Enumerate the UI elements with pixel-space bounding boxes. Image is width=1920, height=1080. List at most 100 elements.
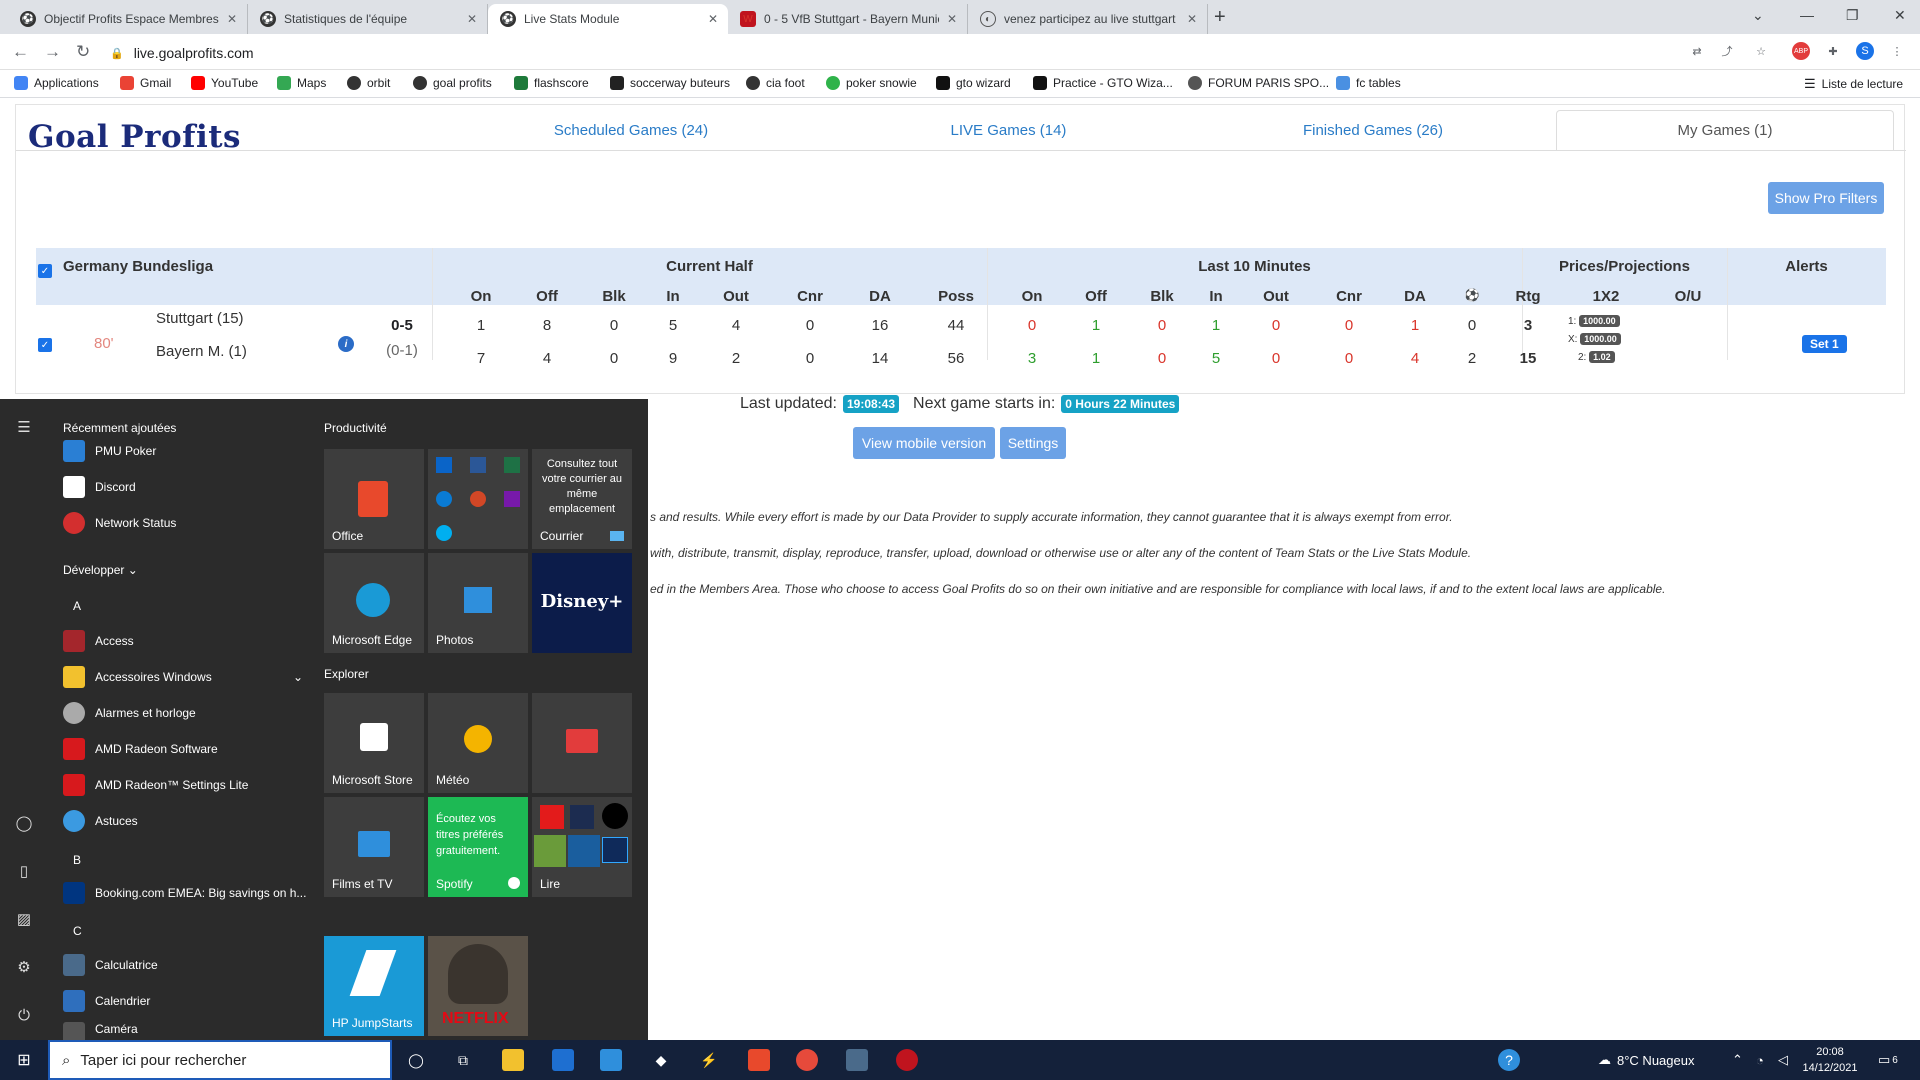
- app-booking[interactable]: Booking.com EMEA: Big savings on h...: [63, 878, 306, 908]
- app-alarmes[interactable]: Alarmes et horloge: [63, 698, 196, 728]
- clock[interactable]: 20:08 14/12/2021: [1800, 1040, 1860, 1080]
- settings-gear-icon[interactable]: ⚙: [14, 957, 34, 977]
- calculator-icon[interactable]: [846, 1049, 868, 1071]
- network-icon[interactable]: ◔: [1756, 1040, 1764, 1080]
- mail-icon[interactable]: [600, 1049, 622, 1071]
- browser-tab[interactable]: ◐ venez participez au live stuttgart ✕: [968, 4, 1208, 34]
- bookmark-item[interactable]: Practice - GTO Wiza...: [1033, 76, 1173, 90]
- bookmark-item[interactable]: gto wizard: [936, 76, 1011, 90]
- bookmark-item[interactable]: goal profits: [413, 76, 492, 90]
- tile-netflix[interactable]: NETFLIX: [428, 936, 528, 1036]
- taskbar-search[interactable]: ⌕ Taper ici pour rechercher: [48, 1040, 392, 1080]
- chevron-up-icon[interactable]: ⌃: [1732, 1040, 1743, 1080]
- match-checkbox[interactable]: ✓: [38, 338, 52, 352]
- tile-edge[interactable]: Microsoft Edge: [324, 553, 424, 653]
- app-pmu-poker[interactable]: PMU Poker: [63, 436, 156, 466]
- windows-start-icon[interactable]: ⊞: [13, 1049, 35, 1071]
- browser-tab[interactable]: W 0 - 5 VfB Stuttgart - Bayern Munic ✕: [728, 4, 968, 34]
- chrome-icon[interactable]: [796, 1049, 818, 1071]
- tile-photos[interactable]: Photos: [428, 553, 528, 653]
- hp-jumpstart-icon[interactable]: ⚡: [698, 1049, 720, 1071]
- tile-meteo[interactable]: Météo: [428, 693, 528, 793]
- tile-disney[interactable]: Disney+: [532, 553, 632, 653]
- volume-icon[interactable]: ◁: [1778, 1040, 1788, 1080]
- translate-icon[interactable]: ⇄: [1688, 42, 1706, 60]
- letter-header[interactable]: A: [73, 599, 81, 613]
- tile-store[interactable]: Microsoft Store: [324, 693, 424, 793]
- adblock-icon[interactable]: ABP: [1792, 42, 1810, 60]
- user-icon[interactable]: ◯: [14, 813, 34, 833]
- league-checkbox[interactable]: ✓: [38, 264, 52, 278]
- letter-header[interactable]: C: [73, 924, 82, 938]
- tile-lire[interactable]: Lire: [532, 797, 632, 897]
- minimize-icon[interactable]: —: [1800, 0, 1814, 30]
- tile-hp-jumpstarts[interactable]: HP JumpStarts: [324, 936, 424, 1036]
- show-pro-filters-button[interactable]: Show Pro Filters: [1768, 182, 1884, 214]
- reading-list[interactable]: ☰ Liste de lecture: [1804, 76, 1903, 92]
- bookmark-item[interactable]: soccerway buteurs: [610, 76, 730, 90]
- letter-header[interactable]: B: [73, 853, 81, 867]
- app-accessoires-windows[interactable]: Accessoires Windows ⌄: [63, 662, 303, 692]
- bookmark-item[interactable]: poker snowie: [826, 76, 917, 90]
- help-icon[interactable]: ?: [1498, 1049, 1520, 1071]
- tile-spotify[interactable]: Écoutez vos titres préférés gratuitement…: [428, 797, 528, 897]
- store-icon[interactable]: [552, 1049, 574, 1071]
- back-icon[interactable]: ←: [12, 42, 29, 62]
- tile-news[interactable]: [532, 693, 632, 793]
- bookmark-item[interactable]: FORUM PARIS SPO...: [1188, 76, 1329, 90]
- app-access[interactable]: Access: [63, 626, 134, 656]
- browser-tab[interactable]: ⚽ Statistiques de l'équipe ✕: [248, 4, 488, 34]
- extensions-icon[interactable]: ✚: [1824, 42, 1842, 60]
- bookmark-star-icon[interactable]: ☆: [1752, 42, 1770, 60]
- tab-search-icon[interactable]: ⌄: [1752, 0, 1764, 30]
- reload-icon[interactable]: ↻: [76, 42, 90, 62]
- home-team[interactable]: Stuttgart (15): [156, 310, 244, 327]
- bookmark-item[interactable]: fc tables: [1336, 76, 1401, 90]
- hamburger-menu-icon[interactable]: ☰: [14, 417, 34, 437]
- info-icon[interactable]: i: [338, 336, 354, 352]
- browser-tab[interactable]: ⚽ Objectif Profits Espace Membres ✕: [8, 4, 248, 34]
- bookmark-item[interactable]: cia foot: [746, 76, 805, 90]
- tile-office-apps[interactable]: [428, 449, 528, 549]
- file-explorer-icon[interactable]: [502, 1049, 524, 1071]
- browser-tab-active[interactable]: ⚽ Live Stats Module ✕: [488, 4, 728, 34]
- documents-icon[interactable]: ▯: [14, 861, 34, 881]
- app-amd-radeon[interactable]: AMD Radeon Software: [63, 734, 218, 764]
- close-tab-icon[interactable]: ✕: [227, 12, 237, 26]
- alert-set-button[interactable]: Set 1: [1802, 335, 1847, 353]
- tab-finished-games[interactable]: Finished Games (26): [1238, 110, 1508, 150]
- tab-scheduled-games[interactable]: Scheduled Games (24): [496, 110, 766, 150]
- tab-my-games[interactable]: My Games (1): [1556, 110, 1894, 150]
- restore-icon[interactable]: ❐: [1846, 0, 1859, 30]
- bookmark-item[interactable]: orbit: [347, 76, 390, 90]
- share-icon[interactable]: ⤴: [1718, 42, 1736, 60]
- close-tab-icon[interactable]: ✕: [947, 12, 957, 26]
- office-icon[interactable]: [748, 1049, 770, 1071]
- app-discord[interactable]: Discord: [63, 472, 136, 502]
- app-calculatrice[interactable]: Calculatrice: [63, 950, 158, 980]
- bookmark-item[interactable]: Maps: [277, 76, 326, 90]
- app-astuces[interactable]: Astuces: [63, 806, 138, 836]
- address-bar[interactable]: 🔒 live.goalprofits.com: [110, 40, 1710, 66]
- close-tab-icon[interactable]: ✕: [708, 12, 718, 26]
- weather-widget[interactable]: ☁ 8°C Nuageux: [1598, 1040, 1694, 1080]
- tab-live-games[interactable]: LIVE Games (14): [881, 110, 1136, 150]
- forward-icon[interactable]: →: [44, 42, 61, 62]
- away-team[interactable]: Bayern M. (1): [156, 343, 247, 360]
- winamax-icon[interactable]: [896, 1049, 918, 1071]
- bookmark-item[interactable]: Gmail: [120, 76, 171, 90]
- close-tab-icon[interactable]: ✕: [1187, 12, 1197, 26]
- app-camera[interactable]: Caméra: [63, 1022, 138, 1040]
- pictures-icon[interactable]: ▨: [14, 909, 34, 929]
- app-amd-settings-lite[interactable]: AMD Radeon™ Settings Lite: [63, 770, 248, 800]
- new-tab-icon[interactable]: +: [1214, 6, 1226, 29]
- power-icon[interactable]: ⏻: [14, 1005, 34, 1025]
- app-network-status[interactable]: Network Status: [63, 508, 176, 538]
- tile-films-tv[interactable]: Films et TV: [324, 797, 424, 897]
- menu-icon[interactable]: ⋮: [1888, 42, 1906, 60]
- settings-button[interactable]: Settings: [1000, 427, 1066, 459]
- view-mobile-version-button[interactable]: View mobile version: [853, 427, 995, 459]
- developer-toggle[interactable]: Développer ⌄: [63, 563, 138, 577]
- dropbox-icon[interactable]: ◆: [650, 1049, 672, 1071]
- profile-avatar[interactable]: S: [1856, 42, 1874, 60]
